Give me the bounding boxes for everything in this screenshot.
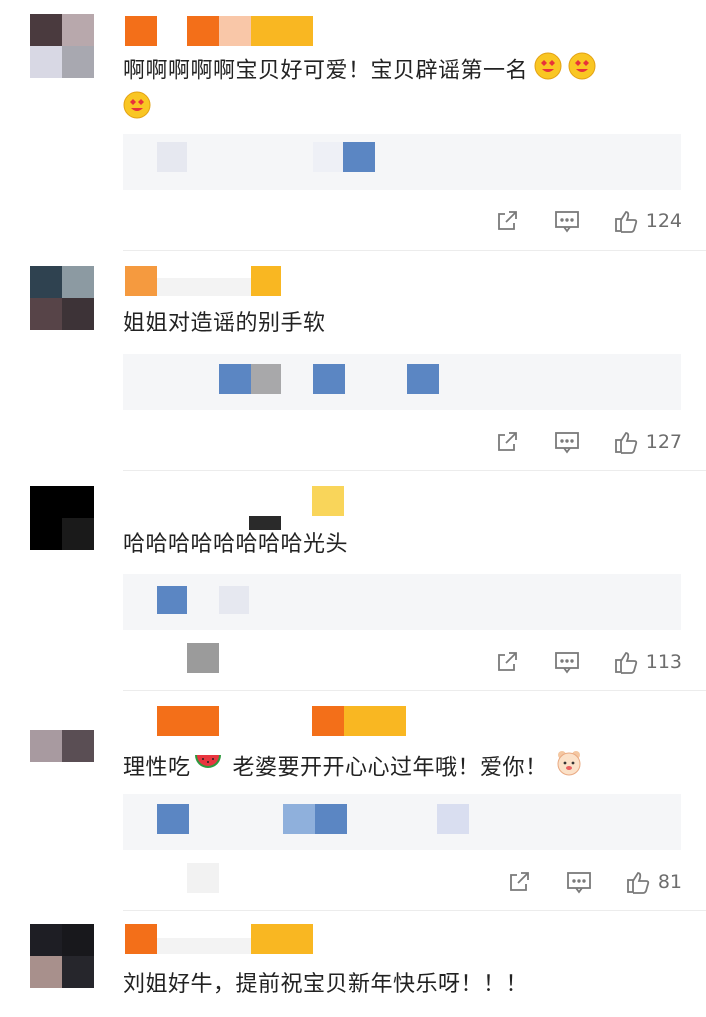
- action-bar: 113: [460, 647, 682, 677]
- like-count: 124: [645, 210, 682, 232]
- comment-icon[interactable]: [566, 869, 592, 895]
- like-count: 127: [645, 431, 682, 453]
- comment-text: 理性吃 老婆要开开心心过年哦！爱你！: [123, 748, 584, 789]
- share-icon[interactable]: [506, 869, 532, 895]
- share-icon[interactable]: [494, 429, 520, 455]
- heart-eyes-emoji-icon: [568, 52, 596, 91]
- divider: [123, 910, 706, 911]
- action-bar: 81: [472, 867, 682, 897]
- bear-face-emoji-icon: [554, 748, 584, 789]
- thumbs-up-icon[interactable]: [614, 649, 640, 675]
- thumbs-up-icon[interactable]: [614, 208, 640, 234]
- like-count: 81: [657, 871, 682, 893]
- divider: [123, 250, 706, 251]
- watermelon-emoji-icon: [193, 751, 223, 786]
- comment-text: 哈哈哈哈哈哈哈哈光头: [123, 532, 349, 557]
- reply-preview[interactable]: [123, 134, 681, 190]
- avatar[interactable]: [30, 266, 94, 330]
- comment-text: 啊啊啊啊啊宝贝好可爱！宝贝辟谣第一名: [123, 52, 596, 91]
- share-icon[interactable]: [494, 649, 520, 675]
- share-icon[interactable]: [494, 208, 520, 234]
- reply-preview[interactable]: [123, 794, 681, 850]
- like-count: 113: [645, 651, 682, 673]
- comment-text: 姐姐对造谣的别手软: [123, 311, 326, 336]
- heart-eyes-emoji-icon: [123, 91, 151, 123]
- reply-preview-image[interactable]: [187, 643, 219, 673]
- divider: [123, 690, 706, 691]
- avatar[interactable]: [30, 14, 94, 78]
- action-bar: 127: [460, 427, 682, 457]
- thumbs-up-icon[interactable]: [614, 429, 640, 455]
- avatar[interactable]: [30, 486, 94, 550]
- heart-eyes-emoji-icon: [534, 52, 562, 91]
- avatar[interactable]: [30, 730, 94, 794]
- reply-preview-image[interactable]: [187, 863, 219, 893]
- action-bar: 124: [460, 206, 682, 236]
- avatar[interactable]: [30, 924, 94, 988]
- divider: [123, 470, 706, 471]
- comment-icon[interactable]: [554, 649, 580, 675]
- reply-preview[interactable]: [123, 574, 681, 630]
- thumbs-up-icon[interactable]: [626, 869, 652, 895]
- reply-preview[interactable]: [123, 354, 681, 410]
- comment-text: 刘姐好牛，提前祝宝贝新年快乐呀！！！: [123, 972, 529, 997]
- comment-icon[interactable]: [554, 208, 580, 234]
- comment-icon[interactable]: [554, 429, 580, 455]
